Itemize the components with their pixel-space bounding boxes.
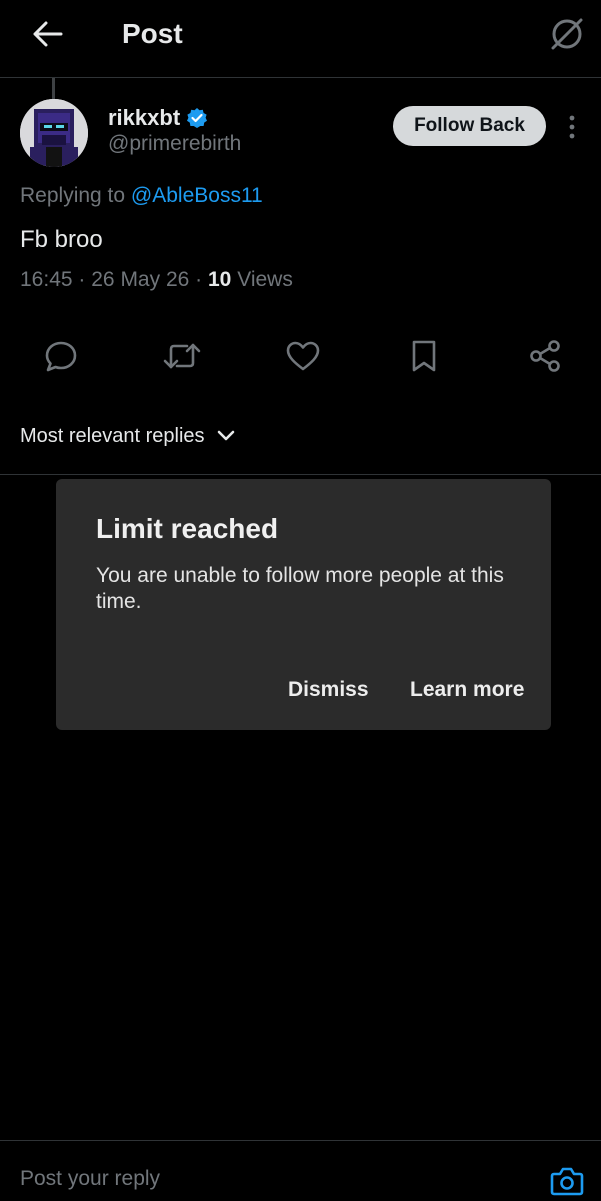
repost-button[interactable]: [162, 336, 202, 376]
meta-separator: ·: [195, 268, 203, 291]
limit-reached-dialog: Limit reached You are unable to follow m…: [56, 479, 551, 730]
meta-separator: ·: [78, 268, 86, 291]
back-button[interactable]: [26, 14, 70, 54]
thread-connector-line: [52, 78, 55, 100]
grok-button[interactable]: [547, 12, 587, 56]
post-text: Fb broo: [20, 226, 103, 253]
top-app-bar: Post: [0, 0, 601, 78]
more-vertical-icon: [569, 115, 575, 139]
dialog-title: Limit reached: [96, 513, 279, 544]
replies-sort-dropdown[interactable]: Most relevant replies: [20, 422, 235, 450]
author-handle: @primerebirth: [108, 132, 242, 155]
share-button[interactable]: [525, 336, 565, 376]
post-date: 26 May 26: [91, 268, 190, 291]
section-divider: [0, 474, 601, 475]
replying-to-prefix: Replying to: [20, 184, 126, 207]
avatar[interactable]: [20, 99, 88, 167]
views-label: Views: [237, 268, 293, 291]
more-options-button[interactable]: [560, 110, 584, 144]
replies-sort-label: Most relevant replies: [20, 424, 205, 447]
bookmark-icon: [412, 340, 436, 372]
reply-input[interactable]: [20, 1167, 420, 1191]
reply-icon: [45, 341, 77, 372]
dismiss-button[interactable]: Dismiss: [288, 673, 369, 707]
author-name[interactable]: rikkxbt: [108, 105, 180, 131]
bookmark-button[interactable]: [404, 336, 444, 376]
post-action-bar: [0, 330, 601, 380]
share-icon: [530, 340, 560, 372]
dialog-message: You are unable to follow more people at …: [96, 564, 504, 613]
like-button[interactable]: [283, 336, 323, 376]
post-meta: 16:45 · 26 May 26 · 10 Views: [20, 268, 293, 292]
replying-to: Replying to @AbleBoss11: [20, 184, 263, 208]
arrow-left-icon: [33, 21, 63, 47]
verified-badge-icon: [187, 108, 208, 128]
follow-back-button[interactable]: Follow Back: [393, 106, 546, 146]
camera-icon: [550, 1167, 584, 1196]
reply-button[interactable]: [41, 336, 81, 376]
repost-icon: [163, 343, 201, 369]
replying-to-mention[interactable]: @AbleBoss11: [131, 184, 263, 207]
post-time: 16:45: [20, 268, 73, 291]
chevron-down-icon: [217, 430, 234, 441]
reply-composer-bar: [0, 1140, 601, 1200]
avatar-image: [20, 99, 88, 167]
camera-button[interactable]: [548, 1161, 586, 1201]
learn-more-button[interactable]: Learn more: [410, 673, 524, 707]
author-name-row: rikkxbt: [108, 104, 208, 132]
page-title: Post: [122, 18, 183, 49]
views-count[interactable]: 10: [208, 268, 231, 291]
like-icon: [286, 341, 320, 371]
grok-icon: [551, 18, 583, 50]
